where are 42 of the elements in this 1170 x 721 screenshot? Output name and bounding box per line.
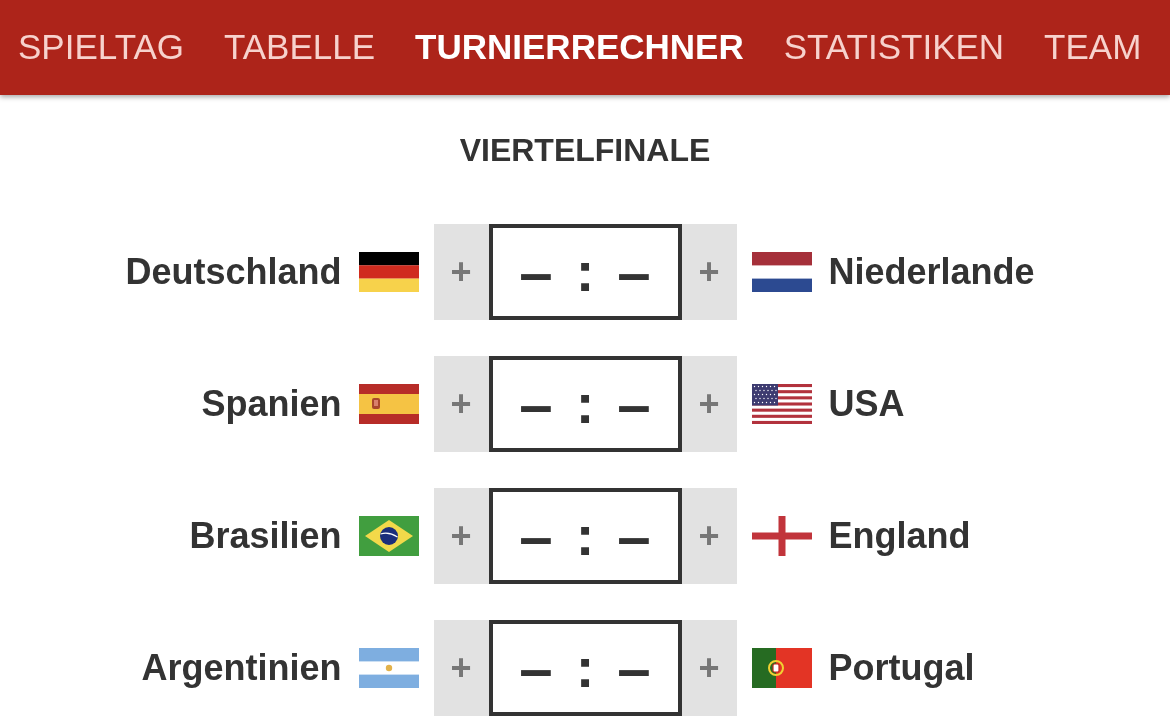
plus-button[interactable]: +: [681, 488, 737, 584]
nav-tab[interactable]: STATISTIKEN: [783, 27, 1005, 68]
plus-button[interactable]: +: [433, 620, 489, 716]
nav-tab[interactable]: TEAM: [1044, 27, 1142, 68]
team-name: England: [828, 515, 971, 557]
plus-button[interactable]: +: [433, 224, 489, 320]
plus-button[interactable]: +: [433, 488, 489, 584]
home-score-field[interactable]: –: [505, 501, 567, 571]
portugal-flag-icon: [751, 648, 812, 688]
round-title: VIERTELFINALE: [459, 131, 711, 169]
team-name: Brasilien: [189, 515, 342, 557]
home-score-field[interactable]: –: [505, 237, 567, 307]
team-name: Niederlande: [828, 251, 1035, 293]
away-score-field[interactable]: –: [603, 633, 665, 703]
plus-button[interactable]: +: [433, 356, 489, 452]
score-separator: :: [574, 376, 596, 432]
nav-tab[interactable]: TABELLE: [224, 27, 376, 68]
spain-flag-icon: [358, 384, 419, 424]
away-score-field[interactable]: –: [603, 237, 665, 307]
team-name: USA: [828, 383, 905, 425]
away-score-field[interactable]: –: [603, 369, 665, 439]
home-score-field[interactable]: –: [505, 369, 567, 439]
brazil-flag-icon: [358, 516, 419, 556]
usa-flag-icon: [751, 384, 812, 424]
nav-tab[interactable]: TURNIERRECHNER: [415, 27, 744, 68]
germany-flag-icon: [358, 252, 419, 292]
score-separator: :: [574, 640, 596, 696]
team-name: Deutschland: [125, 251, 342, 293]
score-separator: :: [574, 244, 596, 300]
team-name: Portugal: [828, 647, 975, 689]
away-score-field[interactable]: –: [603, 501, 665, 571]
nav-tab[interactable]: SPIELTAG: [18, 27, 184, 68]
plus-button[interactable]: +: [681, 356, 737, 452]
plus-button[interactable]: +: [681, 620, 737, 716]
home-score-field[interactable]: –: [505, 633, 567, 703]
netherlands-flag-icon: [751, 252, 812, 292]
plus-button[interactable]: +: [681, 224, 737, 320]
team-name: Spanien: [201, 383, 342, 425]
team-name: Argentinien: [141, 647, 342, 689]
score-separator: :: [574, 508, 596, 564]
england-flag-icon: [751, 516, 812, 556]
argentina-flag-icon: [358, 648, 419, 688]
